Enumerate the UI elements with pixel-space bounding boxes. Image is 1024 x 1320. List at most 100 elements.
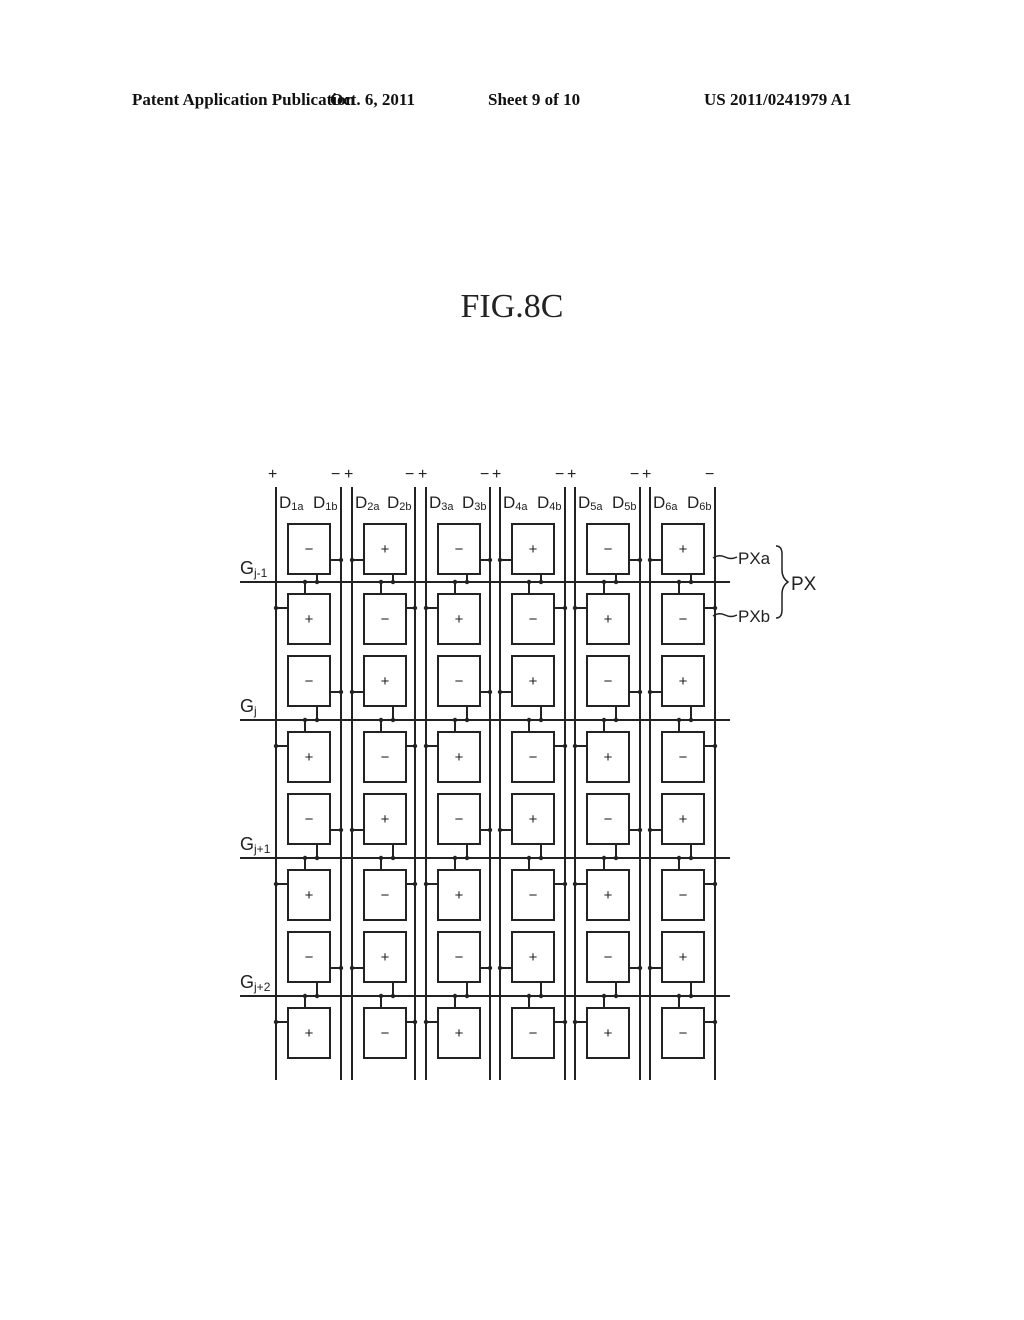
junction-dot [487,689,493,695]
polarity-marker-minus: − [331,466,340,483]
gate-line-label: Gj+2 [240,972,271,994]
minus-sign-icon: − [305,673,314,690]
minus-sign-icon: − [604,949,613,966]
brace-icon [775,545,790,619]
junction-dot [423,743,429,749]
junction-dot [637,557,643,563]
minus-sign-icon: − [305,811,314,828]
junction-dot [338,557,344,563]
minus-sign-icon: − [455,673,464,690]
minus-sign-icon: − [455,811,464,828]
data-line-label-b: D6b [687,493,712,513]
minus-sign-icon: − [679,1025,688,1042]
data-line-label-b: D3b [462,493,487,513]
junction-dot [601,855,607,861]
plus-sign-icon: + [381,541,390,558]
junction-dot [647,689,653,695]
junction-dot [688,855,694,861]
junction-dot [349,557,355,563]
junction-dot [464,993,470,999]
junction-dot [562,605,568,611]
polarity-marker-plus: + [344,466,353,483]
junction-dot [464,579,470,585]
junction-dot [601,579,607,585]
polarity-marker-plus: + [567,466,576,483]
junction-dot [412,1019,418,1025]
minus-sign-icon: − [305,541,314,558]
data-line-label-a: D3a [429,493,454,513]
minus-sign-icon: − [529,611,538,628]
callout-leader-pxa [712,554,738,560]
junction-dot [349,827,355,833]
junction-dot [712,743,718,749]
junction-dot [526,993,532,999]
plus-sign-icon: + [529,541,538,558]
minus-sign-icon: − [455,541,464,558]
junction-dot [688,717,694,723]
junction-dot [572,1019,578,1025]
junction-dot [302,855,308,861]
minus-sign-icon: − [305,949,314,966]
plus-sign-icon: + [455,749,464,766]
junction-dot [572,881,578,887]
junction-dot [423,881,429,887]
plus-sign-icon: + [305,1025,314,1042]
plus-sign-icon: + [305,749,314,766]
junction-dot [613,855,619,861]
plus-sign-icon: + [529,811,538,828]
junction-dot [538,993,544,999]
junction-dot [613,993,619,999]
gate-line-label: Gj+1 [240,834,271,856]
junction-dot [526,855,532,861]
junction-dot [378,579,384,585]
junction-dot [562,1019,568,1025]
junction-dot [338,827,344,833]
data-line-label-b: D1b [313,493,338,513]
junction-dot [688,579,694,585]
plus-sign-icon: + [529,949,538,966]
polarity-marker-minus: − [630,466,639,483]
junction-dot [452,579,458,585]
junction-dot [452,717,458,723]
junction-dot [497,965,503,971]
junction-dot [390,855,396,861]
junction-dot [601,717,607,723]
plus-sign-icon: + [305,611,314,628]
plus-sign-icon: + [679,673,688,690]
junction-dot [338,689,344,695]
junction-dot [338,965,344,971]
junction-dot [538,855,544,861]
data-line-label-b: D5b [612,493,637,513]
junction-dot [572,743,578,749]
junction-dot [487,965,493,971]
junction-dot [538,579,544,585]
plus-sign-icon: + [679,949,688,966]
junction-dot [487,827,493,833]
junction-dot [538,717,544,723]
junction-dot [349,965,355,971]
minus-sign-icon: − [679,749,688,766]
junction-dot [676,717,682,723]
junction-dot [302,579,308,585]
minus-sign-icon: − [529,887,538,904]
junction-dot [314,993,320,999]
data-line-label-a: D4a [503,493,528,513]
junction-dot [712,605,718,611]
junction-dot [412,743,418,749]
junction-dot [378,855,384,861]
data-line-label-a: D6a [653,493,678,513]
junction-dot [613,717,619,723]
minus-sign-icon: − [455,949,464,966]
minus-sign-icon: − [604,673,613,690]
plus-sign-icon: + [604,611,613,628]
callout-label-px: PX [791,574,817,595]
plus-sign-icon: + [381,811,390,828]
minus-sign-icon: − [381,887,390,904]
junction-dot [412,605,418,611]
minus-sign-icon: − [679,611,688,628]
minus-sign-icon: − [381,1025,390,1042]
junction-dot [647,965,653,971]
junction-dot [273,743,279,749]
data-line-label-b: D4b [537,493,562,513]
junction-dot [464,855,470,861]
